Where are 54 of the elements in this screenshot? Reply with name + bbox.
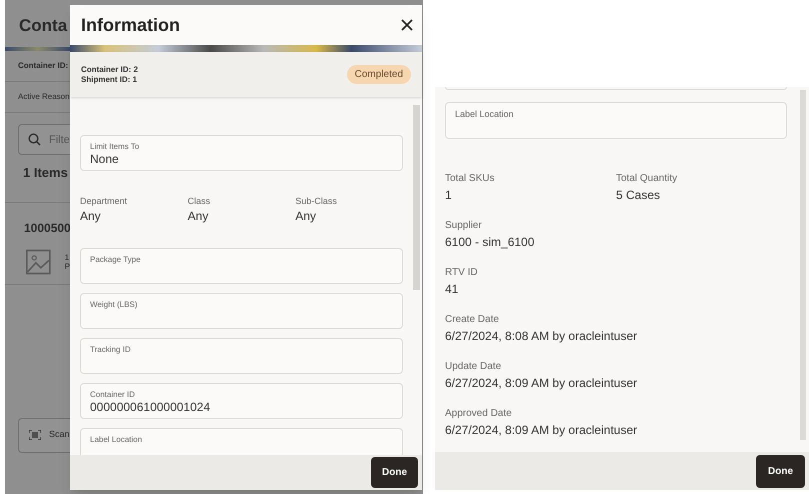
info-value: Any [295, 208, 318, 224]
close-icon[interactable] [401, 19, 413, 31]
info-label: Create Date [445, 313, 500, 327]
info-value: Any [80, 208, 102, 224]
field-label: Package Type [90, 255, 142, 265]
summary-line: Shipment ID: 1 [81, 74, 138, 84]
page-title: Conta [18, 15, 68, 37]
info-value: Any [188, 208, 210, 224]
field-label: Label Location [455, 109, 515, 119]
info-label: Department [80, 195, 128, 208]
item-detail: P [64, 262, 70, 270]
input-field[interactable]: Tracking ID [80, 338, 403, 374]
info-value: 6/27/2024, 8:09 AM by oracleintuser [445, 375, 638, 392]
info-label: Approved Date [445, 407, 513, 421]
scan-button[interactable]: Scan [18, 418, 70, 452]
info-label: Sub-Class [295, 195, 338, 208]
info-label: Supplier [445, 219, 483, 233]
info-value: 6/27/2024, 8:08 AM by oracleintuser [445, 328, 638, 345]
field-label: Limit Items To [90, 142, 140, 152]
info-value: 41 [445, 281, 460, 298]
info-label: Class [188, 195, 212, 208]
info-value: 6100 - sim_6100 [445, 234, 536, 251]
info-value: 5 Cases [616, 187, 662, 204]
info-label: RTV ID [445, 266, 479, 280]
done-button[interactable]: Done [371, 457, 418, 488]
search-field[interactable]: Filte [18, 124, 70, 155]
item-id: 1000500 [23, 220, 70, 236]
item-detail: 1 [64, 252, 70, 262]
input-field[interactable]: Limit Items To None [80, 135, 403, 171]
field-label: Weight (LBS) [90, 300, 138, 310]
summary-line: Container ID: 2 [81, 64, 138, 74]
input-field[interactable]: Weight (LBS) [80, 293, 403, 329]
info-label: Total Quantity [616, 172, 678, 186]
done-button[interactable]: Done [756, 454, 805, 488]
scrollbar-thumb[interactable] [413, 105, 420, 290]
barcode-icon [29, 430, 41, 440]
dialog-title: Information [81, 14, 180, 36]
input-field[interactable]: Label Location [80, 428, 403, 455]
input-field[interactable]: Container ID 000000061000001024 [80, 383, 403, 419]
field-label: Tracking ID [90, 345, 132, 355]
input-field[interactable]: Package Type [80, 248, 403, 284]
field-label: Label Location [90, 435, 144, 445]
field-label: Container ID [90, 390, 136, 400]
input-field[interactable]: Label Location [445, 102, 787, 139]
scrollbar-thumb[interactable] [800, 90, 806, 440]
status-badge: Completed [346, 65, 411, 84]
info-label: Update Date [445, 360, 502, 374]
items-count: 1 Items [22, 164, 69, 182]
info-value: 6/27/2024, 8:09 AM by oracleintuser [445, 422, 638, 439]
image-icon [26, 246, 51, 276]
info-label: Total SKUs [445, 172, 496, 186]
info-value: 1 [445, 187, 453, 204]
field-value: None [90, 152, 120, 166]
field-value: 000000061000001024 [90, 400, 212, 414]
